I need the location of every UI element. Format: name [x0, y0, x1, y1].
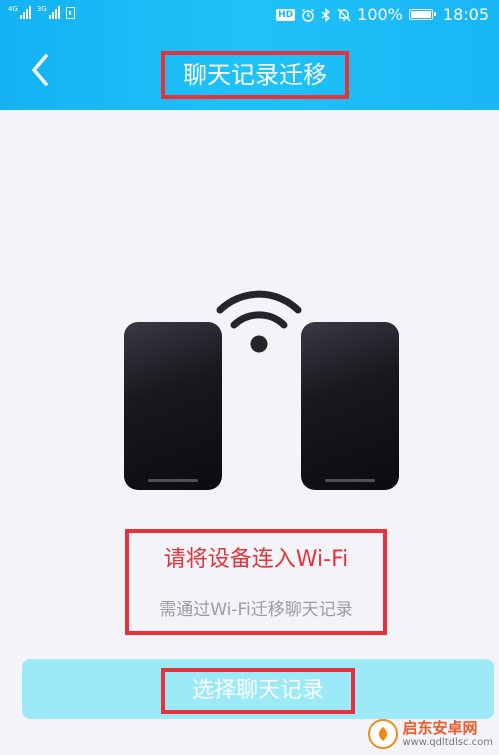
phone-icon-right: [301, 322, 399, 490]
signal-icon-2: 3G: [37, 6, 60, 19]
hd-badge: HD: [276, 8, 296, 21]
select-chat-records-label: 选择聊天记录: [161, 668, 355, 714]
phone-home-bar: [325, 479, 375, 482]
network-type-2: 3G: [36, 5, 47, 13]
battery-percent: 100%: [357, 5, 403, 24]
back-button[interactable]: [24, 50, 58, 90]
page-title: 聊天记录迁移: [161, 51, 349, 99]
network-type-1: 4G: [8, 5, 18, 13]
wifi-prompt: 请将设备连入Wi-Fi: [163, 547, 349, 572]
battery-icon: [408, 9, 436, 20]
phone-icon-left: [124, 322, 222, 490]
select-chat-records-button[interactable]: 选择聊天记录: [22, 659, 494, 719]
sim-icon: [65, 7, 75, 19]
bluetooth-icon: [321, 7, 331, 22]
status-bar: 4G 3G HD 100% 18:05: [0, 0, 499, 30]
wifi-subtext: 需通过Wi-Fi迁移聊天记录: [159, 600, 353, 620]
mute-icon: [337, 8, 351, 21]
connect-wifi-message: 请将设备连入Wi-Fi 需通过Wi-Fi迁移聊天记录: [125, 529, 387, 635]
status-right: HD 100% 18:05: [276, 5, 489, 24]
status-time: 18:05: [442, 5, 489, 24]
signal-icon: 4G: [8, 6, 31, 19]
site-watermark: 启东安卓网 www.qdltdlsc.com: [368, 719, 493, 749]
watermark-name: 启东安卓网: [402, 718, 478, 737]
wifi-icon: [216, 290, 302, 353]
battery-fill: [410, 11, 431, 18]
status-left: 4G 3G: [8, 6, 75, 19]
phone-home-bar: [148, 479, 198, 482]
watermark-logo-icon: [368, 719, 399, 749]
app-header: 4G 3G HD 100% 18:05 聊天记录迁移: [0, 0, 499, 110]
watermark-url: www.qdltdlsc.com: [402, 736, 493, 748]
back-arrow-icon: [32, 54, 48, 86]
alarm-icon: [302, 8, 315, 22]
